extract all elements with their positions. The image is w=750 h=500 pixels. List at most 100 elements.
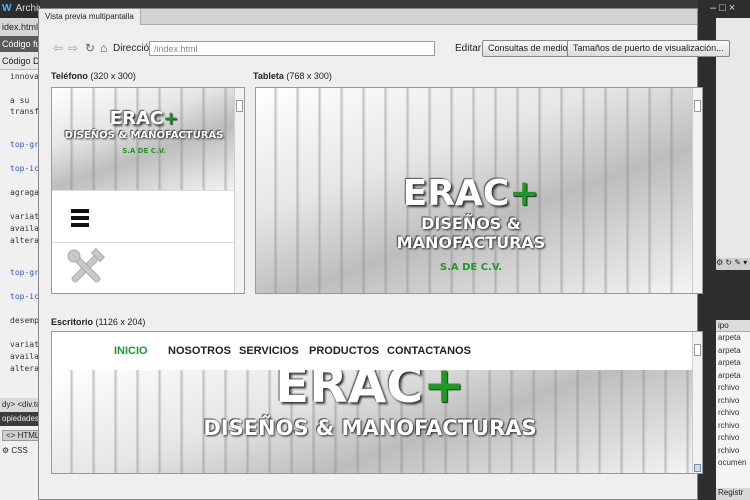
- code-line: variat: [10, 212, 39, 221]
- code-view-tab[interactable]: Código: [2, 56, 31, 66]
- phone-size: (320 x 300): [90, 71, 136, 81]
- code-line: altera: [10, 364, 39, 373]
- close-icon[interactable]: ×: [729, 2, 738, 14]
- brand-plus: +: [423, 370, 465, 414]
- phone-pane-label: Teléfono (320 x 300): [51, 71, 136, 81]
- code-line: availa: [10, 352, 39, 361]
- code-line: availa: [10, 224, 39, 233]
- nav-servicios[interactable]: SERVICIOS: [239, 345, 299, 357]
- background-editor: WArchivo idex.html X Código fuente Códig…: [0, 0, 40, 500]
- code-line: altera: [10, 236, 39, 245]
- tablet-scrollbar[interactable]: [692, 88, 702, 293]
- home-icon[interactable]: ⌂: [100, 41, 107, 55]
- css-button-label: CSS: [11, 446, 28, 455]
- list-item[interactable]: arpeta: [716, 332, 750, 345]
- multiscreen-preview-dialog: Vista previa multipantalla ⇦ ⇨ ↻ ⌂ Direc…: [38, 8, 730, 500]
- site-nav: INICIO NOSOTROS SERVICIOS PRODUCTOS CONT…: [52, 332, 702, 370]
- window-controls: –□×: [710, 2, 738, 14]
- code-line: desemp: [10, 316, 39, 325]
- list-item[interactable]: rchivo: [716, 420, 750, 433]
- scroll-down-icon[interactable]: [694, 464, 701, 472]
- code-line: top-gr: [10, 140, 39, 149]
- desktop-preview[interactable]: INICIO NOSOTROS SERVICIOS PRODUCTOS CONT…: [51, 331, 703, 474]
- desktop-scrollbar[interactable]: [692, 332, 702, 473]
- phone-preview[interactable]: ERAC+ DISEÑOS & MANOFACTURAS S.A DE C.V.: [51, 87, 245, 294]
- refresh-icon[interactable]: ↻: [85, 41, 95, 55]
- phone-menu-row: [52, 190, 236, 242]
- properties-panel-title: opiedades: [0, 412, 40, 426]
- nav-inicio[interactable]: INICIO: [114, 345, 148, 357]
- scroll-thumb[interactable]: [236, 100, 243, 112]
- brand-suffix: S.A DE C.V.: [439, 262, 503, 273]
- phone-scrollbar[interactable]: [234, 88, 244, 293]
- desktop-label: Escritorio: [51, 317, 94, 327]
- arrow-left-icon[interactable]: ⇦: [53, 41, 63, 55]
- code-line: top-gr: [10, 268, 39, 277]
- maximize-icon[interactable]: □: [719, 2, 729, 14]
- files-panel: ipo arpeta arpeta arpeta arpeta rchivo r…: [716, 320, 750, 500]
- brand-name: ERAC: [402, 173, 510, 214]
- tablet-brand: ERAC+ DISEÑOS & MANOFACTURAS S.A DE C.V.: [346, 173, 596, 274]
- code-line: transf: [10, 107, 39, 116]
- list-item[interactable]: rchivo: [716, 445, 750, 458]
- code-line: innova: [10, 72, 39, 81]
- tag-selector[interactable]: dy> <div.top: [0, 398, 40, 412]
- nav-contactanos[interactable]: CONTACTANOS: [387, 345, 471, 357]
- source-code-tab[interactable]: Código fuente: [0, 36, 40, 52]
- file-tab[interactable]: idex.html X: [0, 18, 40, 36]
- brand-tagline: DISEÑOS & MANOFACTURAS: [64, 130, 224, 141]
- desktop-size: (1126 x 204): [95, 317, 146, 327]
- dialog-toolbar: ⇦ ⇨ ↻ ⌂ Dirección: Editar: Consultas de …: [39, 37, 730, 61]
- list-item[interactable]: rchivo: [716, 432, 750, 445]
- code-line: agraga: [10, 188, 39, 197]
- scroll-thumb[interactable]: [694, 344, 701, 356]
- dialog-tab[interactable]: Vista previa multipantalla: [39, 9, 141, 25]
- dialog-titlebar: Vista previa multipantalla: [39, 9, 697, 25]
- scroll-thumb[interactable]: [694, 100, 701, 112]
- list-item[interactable]: ocumen: [716, 457, 750, 470]
- list-item[interactable]: arpeta: [716, 370, 750, 383]
- brand-name: ERAC: [275, 370, 424, 414]
- desktop-pane-label: Escritorio (1126 x 204): [51, 317, 145, 327]
- desktop-brand: ERAC+ DISEÑOS & MANOFACTURAS: [200, 370, 540, 440]
- css-icon: ⚙: [2, 446, 10, 455]
- minimize-icon[interactable]: –: [710, 2, 719, 14]
- tools-icon: [67, 248, 106, 283]
- code-editor[interactable]: innova a su transf top-gr top-ic agraga …: [0, 70, 40, 400]
- list-item[interactable]: rchivo: [716, 407, 750, 420]
- list-item[interactable]: arpeta: [716, 345, 750, 358]
- brand-plus: +: [163, 108, 179, 129]
- arrow-right-icon[interactable]: ⇨: [68, 41, 78, 55]
- phone-tools-row: [52, 242, 236, 293]
- code-line: top-ic: [10, 164, 39, 173]
- file-tab-label: idex.html: [2, 22, 39, 32]
- edit-label: Editar:: [455, 43, 484, 54]
- address-input[interactable]: [149, 41, 435, 56]
- register-button[interactable]: Registr: [716, 488, 750, 500]
- background-panels: –□× ⚙ ↻ ✎ ▾ ipo arpeta arpeta arpeta arp…: [698, 0, 750, 500]
- code-line: a su: [10, 96, 30, 105]
- tablet-size: (768 x 300): [286, 71, 332, 81]
- phone-label: Teléfono: [51, 71, 88, 81]
- list-item[interactable]: arpeta: [716, 357, 750, 370]
- phone-brand: ERAC+ DISEÑOS & MANOFACTURAS S.A DE C.V.: [52, 108, 236, 156]
- list-item[interactable]: rchivo: [716, 382, 750, 395]
- tablet-label: Tableta: [253, 71, 284, 81]
- list-item[interactable]: rchivo: [716, 395, 750, 408]
- brand-tagline: DISEÑOS & MANOFACTURAS: [203, 416, 537, 440]
- view-tabs: Código Di: [0, 52, 40, 70]
- html-button-label: HTML: [17, 431, 40, 440]
- menu-archivo[interactable]: Archivo: [15, 3, 40, 14]
- tablet-preview[interactable]: ERAC+ DISEÑOS & MANOFACTURAS S.A DE C.V.: [255, 87, 703, 294]
- files-column-header[interactable]: ipo: [716, 320, 750, 332]
- css-properties-button[interactable]: ⚙ CSS: [2, 446, 28, 455]
- brand-suffix: S.A DE C.V.: [122, 147, 166, 155]
- panel-toolbar[interactable]: ⚙ ↻ ✎ ▾: [716, 258, 750, 270]
- nav-productos[interactable]: PRODUCTOS: [309, 345, 379, 357]
- code-line: top-ic: [10, 292, 39, 301]
- html-properties-button[interactable]: <> HTML: [2, 430, 40, 441]
- code-line: variat: [10, 340, 39, 349]
- nav-nosotros[interactable]: NOSOTROS: [168, 345, 231, 357]
- hamburger-menu-icon[interactable]: [71, 209, 89, 230]
- viewport-sizes-button[interactable]: Tamaños de puerto de visualización...: [567, 40, 730, 57]
